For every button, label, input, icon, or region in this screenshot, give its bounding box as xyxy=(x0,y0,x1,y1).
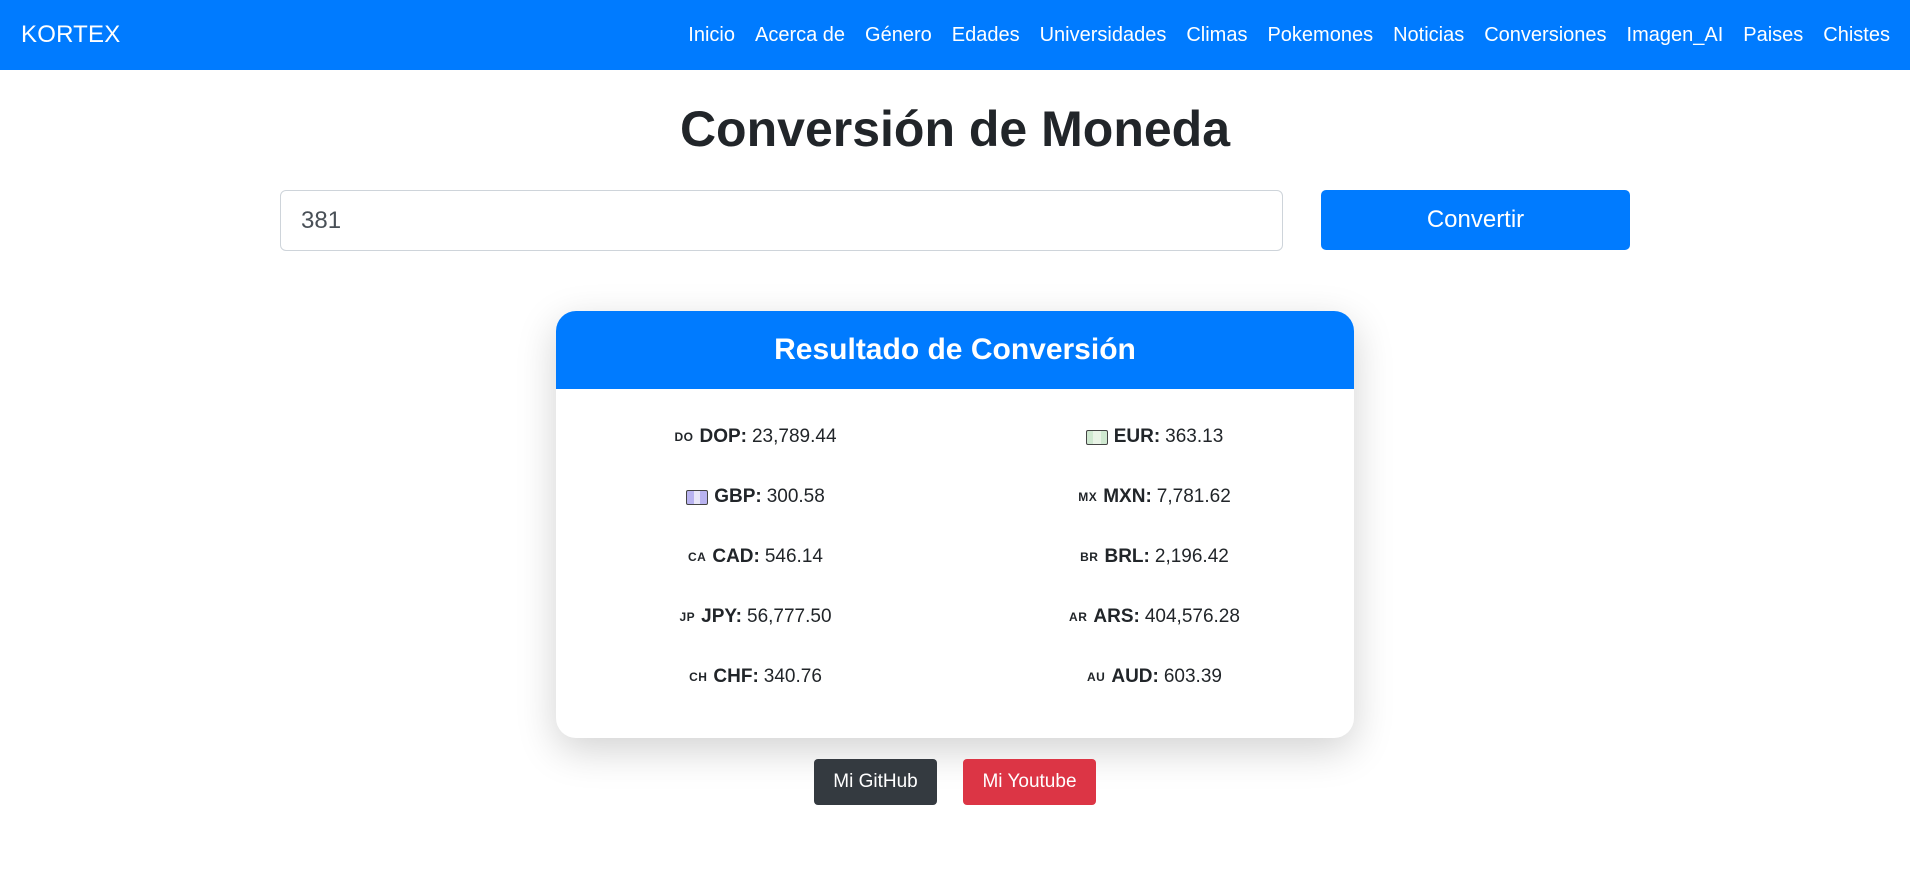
currency-code: MXN: xyxy=(1103,486,1152,507)
rate-item-dop: DO DOP: 23,789.44 xyxy=(556,407,955,467)
currency-value: 340.76 xyxy=(763,666,822,687)
gbp-flag-icon xyxy=(686,489,709,505)
nav-link-edades[interactable]: Edades xyxy=(942,24,1030,47)
currency-code: DOP: xyxy=(699,426,747,447)
currency-value: 2,196.42 xyxy=(1154,546,1229,567)
currency-value: 300.58 xyxy=(766,486,825,507)
nav-link-noticias[interactable]: Noticias xyxy=(1383,24,1474,47)
nav-link-chistes[interactable]: Chistes xyxy=(1813,24,1890,47)
rate-item-cad: CA CAD: 546.14 xyxy=(556,527,955,587)
nav-link-genero[interactable]: Género xyxy=(855,24,942,47)
youtube-button[interactable]: Mi Youtube xyxy=(963,759,1096,805)
nav-link-acerca-de[interactable]: Acerca de xyxy=(745,24,855,47)
dominican-flag-icon: DO xyxy=(674,430,694,444)
rate-item-brl: BR BRL: 2,196.42 xyxy=(955,527,1354,587)
brazil-flag-icon: BR xyxy=(1080,550,1099,564)
japan-flag-icon: JP xyxy=(679,610,696,624)
currency-value: 7,781.62 xyxy=(1156,486,1231,507)
nav-link-paises[interactable]: Paises xyxy=(1733,24,1813,47)
rate-item-jpy: JP JPY: 56,777.50 xyxy=(556,587,955,647)
switzerland-flag-icon: CH xyxy=(689,670,708,684)
result-card-header: Resultado de Conversión xyxy=(556,311,1354,389)
currency-value: 546.14 xyxy=(764,546,823,567)
nav-link-universidades[interactable]: Universidades xyxy=(1030,24,1177,47)
currency-value: 56,777.50 xyxy=(747,606,832,627)
nav-link-conversiones[interactable]: Conversiones xyxy=(1474,24,1616,47)
currency-code: BRL: xyxy=(1104,546,1150,567)
brand-logo[interactable]: KORTEX xyxy=(21,21,120,49)
convert-button[interactable]: Convertir xyxy=(1321,190,1630,250)
argentina-flag-icon: AR xyxy=(1069,610,1088,624)
australia-flag-icon: AU xyxy=(1087,670,1106,684)
currency-code: ARS: xyxy=(1093,606,1140,627)
currency-code: EUR: xyxy=(1113,426,1161,447)
rate-item-ars: AR ARS: 404,576.28 xyxy=(955,587,1354,647)
rate-item-mxn: MX MXN: 7,781.62 xyxy=(955,467,1354,527)
nav-link-imagen-ai[interactable]: Imagen_AI xyxy=(1617,24,1734,47)
rate-item-gbp: GBP: 300.58 xyxy=(556,467,955,527)
currency-value: 404,576.28 xyxy=(1144,606,1240,627)
conversion-result-card: Resultado de Conversión DO DOP: 23,789.4… xyxy=(556,311,1354,738)
rates-grid: DO DOP: 23,789.44 EUR: 363.13 GBP: 300.5… xyxy=(556,389,1354,707)
top-navbar: KORTEX Inicio Acerca de Género Edades Un… xyxy=(0,0,1910,70)
currency-value: 23,789.44 xyxy=(751,426,837,447)
page-title: Conversión de Moneda xyxy=(679,101,1231,157)
rate-item-eur: EUR: 363.13 xyxy=(955,407,1354,467)
footer-links: Mi GitHub Mi Youtube xyxy=(0,759,1910,805)
mexico-flag-icon: MX xyxy=(1078,490,1098,504)
rate-item-aud: AU AUD: 603.39 xyxy=(955,647,1354,707)
amount-input[interactable] xyxy=(280,190,1283,251)
rate-item-chf: CH CHF: 340.76 xyxy=(556,647,955,707)
currency-code: JPY: xyxy=(701,606,742,627)
currency-value: 363.13 xyxy=(1165,426,1224,447)
currency-code: AUD: xyxy=(1111,666,1159,687)
currency-value: 603.39 xyxy=(1163,666,1222,687)
canada-flag-icon: CA xyxy=(688,550,707,564)
nav-link-climas[interactable]: Climas xyxy=(1176,24,1257,47)
eur-flag-icon xyxy=(1085,429,1108,445)
nav-link-inicio[interactable]: Inicio xyxy=(678,24,745,47)
nav-link-pokemones[interactable]: Pokemones xyxy=(1257,24,1383,47)
currency-code: GBP: xyxy=(714,486,762,507)
currency-code: CAD: xyxy=(712,546,760,567)
currency-code: CHF: xyxy=(713,666,759,687)
github-button[interactable]: Mi GitHub xyxy=(814,759,937,805)
nav-links: Inicio Acerca de Género Edades Universid… xyxy=(678,24,1890,47)
